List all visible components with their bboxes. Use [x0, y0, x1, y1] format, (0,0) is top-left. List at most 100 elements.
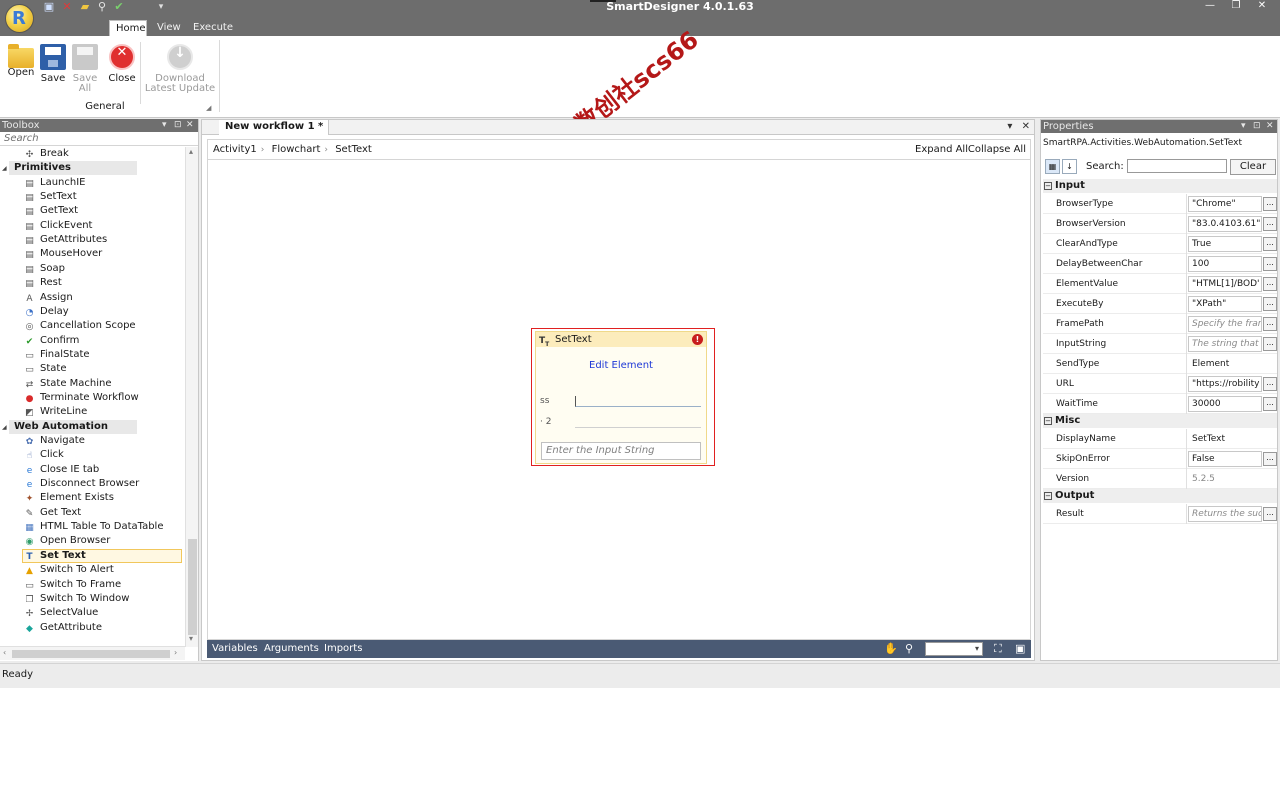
- toolbox-item[interactable]: ✢SelectValue: [24, 606, 98, 620]
- toolbox-item[interactable]: ▤Soap: [24, 262, 65, 276]
- close-icon[interactable]: ✕: [61, 1, 73, 13]
- ellipsis-button[interactable]: ...: [1263, 507, 1277, 521]
- group-launcher-icon[interactable]: ◢: [206, 104, 211, 112]
- toolbox-item[interactable]: ▭FinalState: [24, 348, 90, 362]
- property-value[interactable]: True: [1188, 236, 1262, 252]
- toolbox-item[interactable]: eClose IE tab: [24, 463, 99, 477]
- panel-menu-icon[interactable]: ▾: [162, 119, 167, 132]
- scroll-up-icon[interactable]: ▴: [189, 147, 193, 156]
- expand-all-link[interactable]: Expand All: [915, 140, 968, 159]
- ellipsis-button[interactable]: ...: [1263, 197, 1277, 211]
- toolbox-item[interactable]: ▤LaunchIE: [24, 176, 85, 190]
- ellipsis-button[interactable]: ...: [1263, 217, 1277, 231]
- collapse-icon[interactable]: −: [1044, 492, 1052, 500]
- ellipsis-button[interactable]: ...: [1263, 297, 1277, 311]
- toolbox-horizontal-scrollbar[interactable]: ‹ ›: [0, 646, 185, 660]
- category-expander-icon[interactable]: ◢: [2, 424, 7, 431]
- toolbox-item[interactable]: AAssign: [24, 291, 73, 305]
- property-value[interactable]: "XPath": [1188, 296, 1262, 312]
- property-value[interactable]: Specify the fran: [1188, 316, 1262, 332]
- property-category[interactable]: −Misc: [1043, 414, 1277, 428]
- toolbox-item[interactable]: ◆GetAttribute: [24, 621, 102, 635]
- toolbox-item[interactable]: ▤GetText: [24, 204, 78, 218]
- properties-search-input[interactable]: [1127, 159, 1227, 173]
- property-value[interactable]: SetText: [1188, 431, 1262, 447]
- edit-element-link[interactable]: Edit Element: [536, 360, 706, 371]
- toolbox-item[interactable]: ◎Cancellation Scope: [24, 319, 136, 333]
- property-value[interactable]: "Chrome": [1188, 196, 1262, 212]
- toolbox-item[interactable]: ✎Get Text: [24, 506, 81, 520]
- app-logo[interactable]: R: [5, 4, 34, 33]
- toolbox-search-input[interactable]: Search: [0, 132, 198, 146]
- property-value[interactable]: 100: [1188, 256, 1262, 272]
- search-icon[interactable]: ⚲: [96, 1, 108, 13]
- pin-icon[interactable]: ⊡: [174, 119, 182, 132]
- panel-menu-icon[interactable]: ▾: [1241, 120, 1246, 133]
- zoom-select[interactable]: ▾: [925, 642, 983, 656]
- scroll-right-icon[interactable]: ›: [174, 648, 177, 657]
- toolbox-item[interactable]: ▭State: [24, 362, 66, 376]
- error-icon[interactable]: !: [692, 334, 703, 345]
- toolbox-item[interactable]: ◉Open Browser: [24, 534, 110, 548]
- category-expander-icon[interactable]: ◢: [2, 165, 7, 172]
- sort-alpha-icon[interactable]: ↓: [1062, 159, 1077, 174]
- toolbox-item[interactable]: ●Terminate Workflow: [24, 391, 139, 405]
- toolbox-item[interactable]: ▤GetAttributes: [24, 233, 107, 247]
- ellipsis-button[interactable]: ...: [1263, 257, 1277, 271]
- ellipsis-button[interactable]: ...: [1263, 337, 1277, 351]
- toolbox-item[interactable]: TSet Text: [24, 549, 86, 563]
- toolbox-item[interactable]: ⇄State Machine: [24, 377, 112, 391]
- collapse-icon[interactable]: −: [1044, 182, 1052, 190]
- toolbox-item[interactable]: ✔Confirm: [24, 334, 79, 348]
- tab-arguments[interactable]: Arguments: [264, 640, 319, 658]
- save-all-button[interactable]: Save All: [70, 44, 100, 94]
- zoom-icon[interactable]: ⚲: [905, 640, 913, 658]
- tab-home[interactable]: Home: [109, 20, 147, 36]
- ellipsis-button[interactable]: ...: [1263, 397, 1277, 411]
- restore-button[interactable]: ❐: [1225, 0, 1247, 13]
- panel-close-icon[interactable]: ✕: [1266, 120, 1274, 133]
- save-button[interactable]: Save: [38, 44, 68, 84]
- toolbox-item[interactable]: ◩WriteLine: [24, 405, 87, 419]
- toolbox-item[interactable]: ◔Delay: [24, 305, 69, 319]
- toolbox-item[interactable]: ✿Navigate: [24, 434, 85, 448]
- ellipsis-button[interactable]: ...: [1263, 452, 1277, 466]
- toolbox-item[interactable]: ▦HTML Table To DataTable: [24, 520, 164, 534]
- scrollbar-thumb[interactable]: [188, 539, 197, 635]
- tab-execute[interactable]: Execute: [187, 20, 239, 36]
- categorized-icon[interactable]: ▦: [1045, 159, 1060, 174]
- tab-variables[interactable]: Variables: [212, 640, 258, 658]
- collapse-icon[interactable]: −: [1044, 417, 1052, 425]
- panel-close-icon[interactable]: ✕: [186, 119, 194, 132]
- collapse-all-link[interactable]: Collapse All: [968, 140, 1026, 159]
- property-value[interactable]: Element: [1188, 356, 1262, 372]
- input-string-field[interactable]: Enter the Input String: [541, 442, 701, 460]
- ellipsis-button[interactable]: ...: [1263, 237, 1277, 251]
- fit-to-screen-icon[interactable]: ⛶: [994, 640, 1002, 658]
- toolbox-item[interactable]: ▤ClickEvent: [24, 219, 92, 233]
- save-icon[interactable]: ▣: [43, 1, 55, 13]
- minimize-button[interactable]: —: [1199, 0, 1221, 13]
- property-value[interactable]: Returns the succ: [1188, 506, 1262, 522]
- scrollbar-thumb[interactable]: [12, 650, 170, 658]
- property-value[interactable]: The string that i: [1188, 336, 1262, 352]
- designer-canvas[interactable]: TT SetText ! Edit Element ss · 2 Enter t…: [207, 160, 1031, 640]
- ellipsis-button[interactable]: ...: [1263, 277, 1277, 291]
- breadcrumb-flowchart[interactable]: Flowchart: [272, 144, 321, 155]
- pan-hand-icon[interactable]: ✋: [884, 640, 898, 658]
- validate-icon[interactable]: ✔: [113, 1, 125, 13]
- pin-icon[interactable]: ⊡: [1253, 120, 1261, 133]
- toolbox-item[interactable]: ❐Switch To Window: [24, 592, 129, 606]
- tab-menu-icon[interactable]: ▾: [1007, 121, 1012, 132]
- property-category[interactable]: −Input: [1043, 179, 1277, 193]
- settext-activity[interactable]: TT SetText ! Edit Element ss · 2 Enter t…: [531, 328, 715, 466]
- property-value[interactable]: "https://robility: [1188, 376, 1262, 392]
- open-button[interactable]: Open: [6, 44, 36, 78]
- toolbox-category[interactable]: Primitives: [9, 161, 137, 175]
- toolbox-item[interactable]: ▲Switch To Alert: [24, 563, 114, 577]
- tab-close-icon[interactable]: ✕: [1022, 121, 1030, 132]
- folder-icon[interactable]: ▰: [79, 1, 91, 13]
- toolbox-item[interactable]: ▤Rest: [24, 276, 62, 290]
- download-update-button[interactable]: ↓ Download Latest Update: [143, 44, 217, 94]
- property-value[interactable]: 30000: [1188, 396, 1262, 412]
